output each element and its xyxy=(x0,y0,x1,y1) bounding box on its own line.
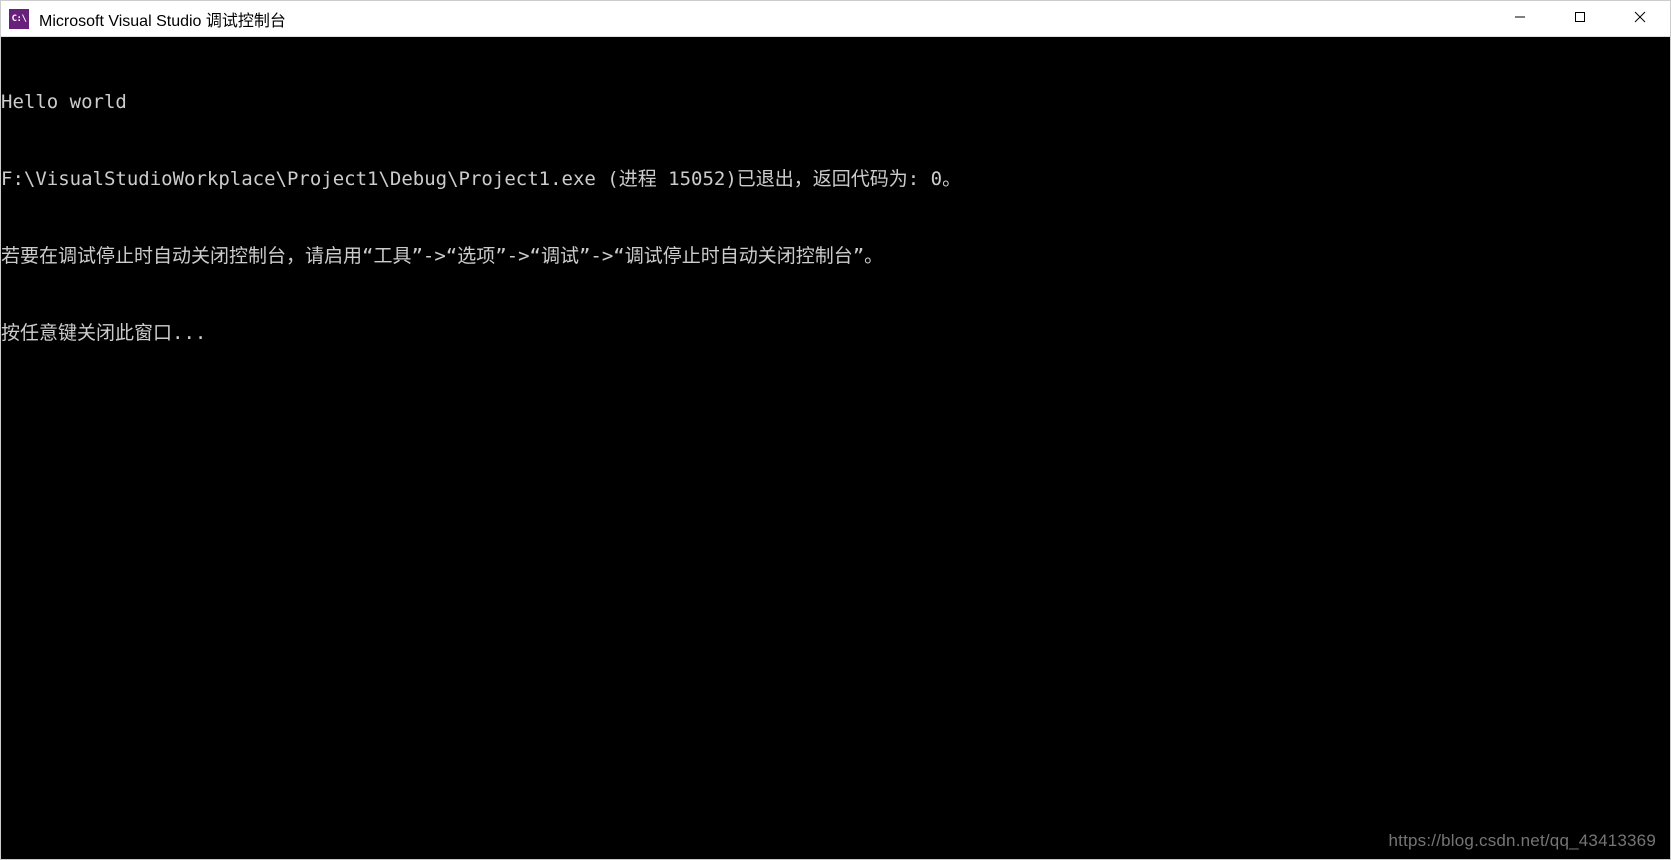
console-window: C:\ Microsoft Visual Studio 调试控制台 Hello … xyxy=(0,0,1671,860)
console-output[interactable]: Hello world F:\VisualStudioWorkplace\Pro… xyxy=(1,37,1670,859)
window-title: Microsoft Visual Studio 调试控制台 xyxy=(39,7,286,31)
console-line: 按任意键关闭此窗口... xyxy=(1,321,1670,347)
titlebar[interactable]: C:\ Microsoft Visual Studio 调试控制台 xyxy=(1,1,1670,37)
maximize-button[interactable] xyxy=(1550,1,1610,36)
minimize-button[interactable] xyxy=(1490,1,1550,36)
close-button[interactable] xyxy=(1610,1,1670,36)
console-line: 若要在调试停止时自动关闭控制台，请启用“工具”->“选项”->“调试”->“调试… xyxy=(1,244,1670,270)
console-line: Hello world xyxy=(1,90,1670,116)
minimize-icon xyxy=(1514,10,1526,28)
console-line: F:\VisualStudioWorkplace\Project1\Debug\… xyxy=(1,167,1670,193)
watermark-text: https://blog.csdn.net/qq_43413369 xyxy=(1389,830,1656,853)
close-icon xyxy=(1634,10,1646,28)
app-icon: C:\ xyxy=(9,9,29,29)
maximize-icon xyxy=(1574,10,1586,28)
window-controls xyxy=(1490,1,1670,36)
